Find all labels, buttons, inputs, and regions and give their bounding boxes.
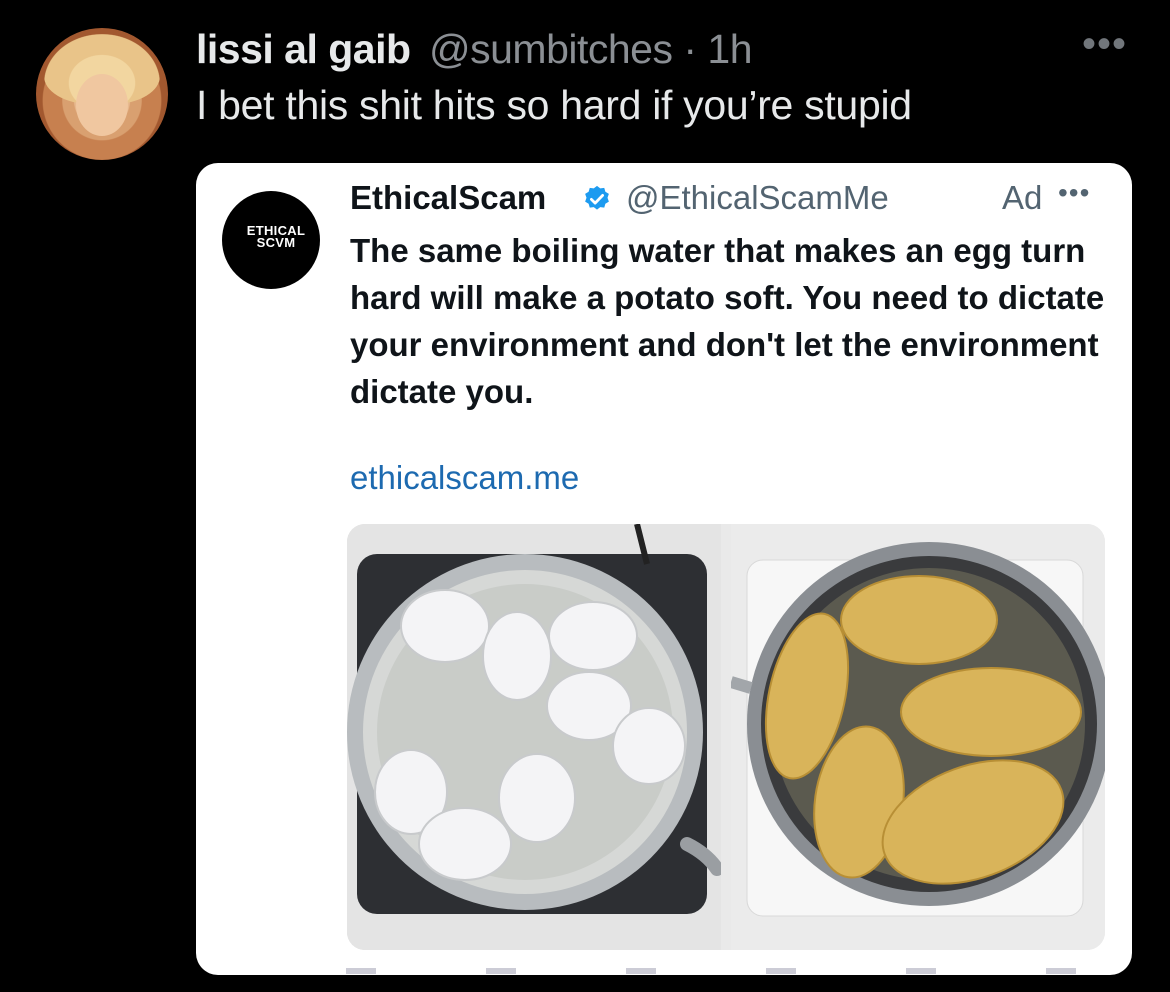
- ad-avatar-logo-text: ETHICAL SCVM: [246, 223, 306, 250]
- user-avatar[interactable]: [36, 28, 168, 160]
- card-footer-actions: [346, 968, 1116, 974]
- eggs-pot-image[interactable]: [347, 524, 721, 950]
- ad-account-handle[interactable]: @EthicalScamMe: [626, 179, 889, 217]
- potatoes-pot-illustration: [731, 524, 1105, 950]
- eggs-pot-illustration: [347, 524, 721, 950]
- more-horizontal-icon[interactable]: •••: [1082, 22, 1127, 67]
- user-handle-time[interactable]: @sumbitches · 1h: [429, 26, 753, 73]
- ad-label: Ad: [1002, 179, 1043, 216]
- user-display-name[interactable]: lissi al gaib: [196, 26, 411, 73]
- verified-badge-icon: [585, 185, 609, 210]
- tweet-text: I bet this shit hits so hard if you’re s…: [196, 82, 912, 128]
- ad-avatar[interactable]: ETHICAL SCVM: [222, 191, 320, 289]
- quoted-ad-card[interactable]: ETHICAL SCVM EthicalScam @EthicalScamMe …: [196, 163, 1132, 975]
- potatoes-pot-image[interactable]: [731, 524, 1105, 950]
- ad-media[interactable]: [347, 524, 1105, 950]
- avatar-face: [76, 74, 128, 136]
- ad-link[interactable]: ethicalscam.me: [350, 459, 579, 497]
- ad-text: The same boiling water that makes an egg…: [350, 232, 1105, 410]
- ad-more-horizontal-icon[interactable]: •••: [1058, 177, 1090, 209]
- ad-account-name[interactable]: EthicalScam: [350, 179, 546, 217]
